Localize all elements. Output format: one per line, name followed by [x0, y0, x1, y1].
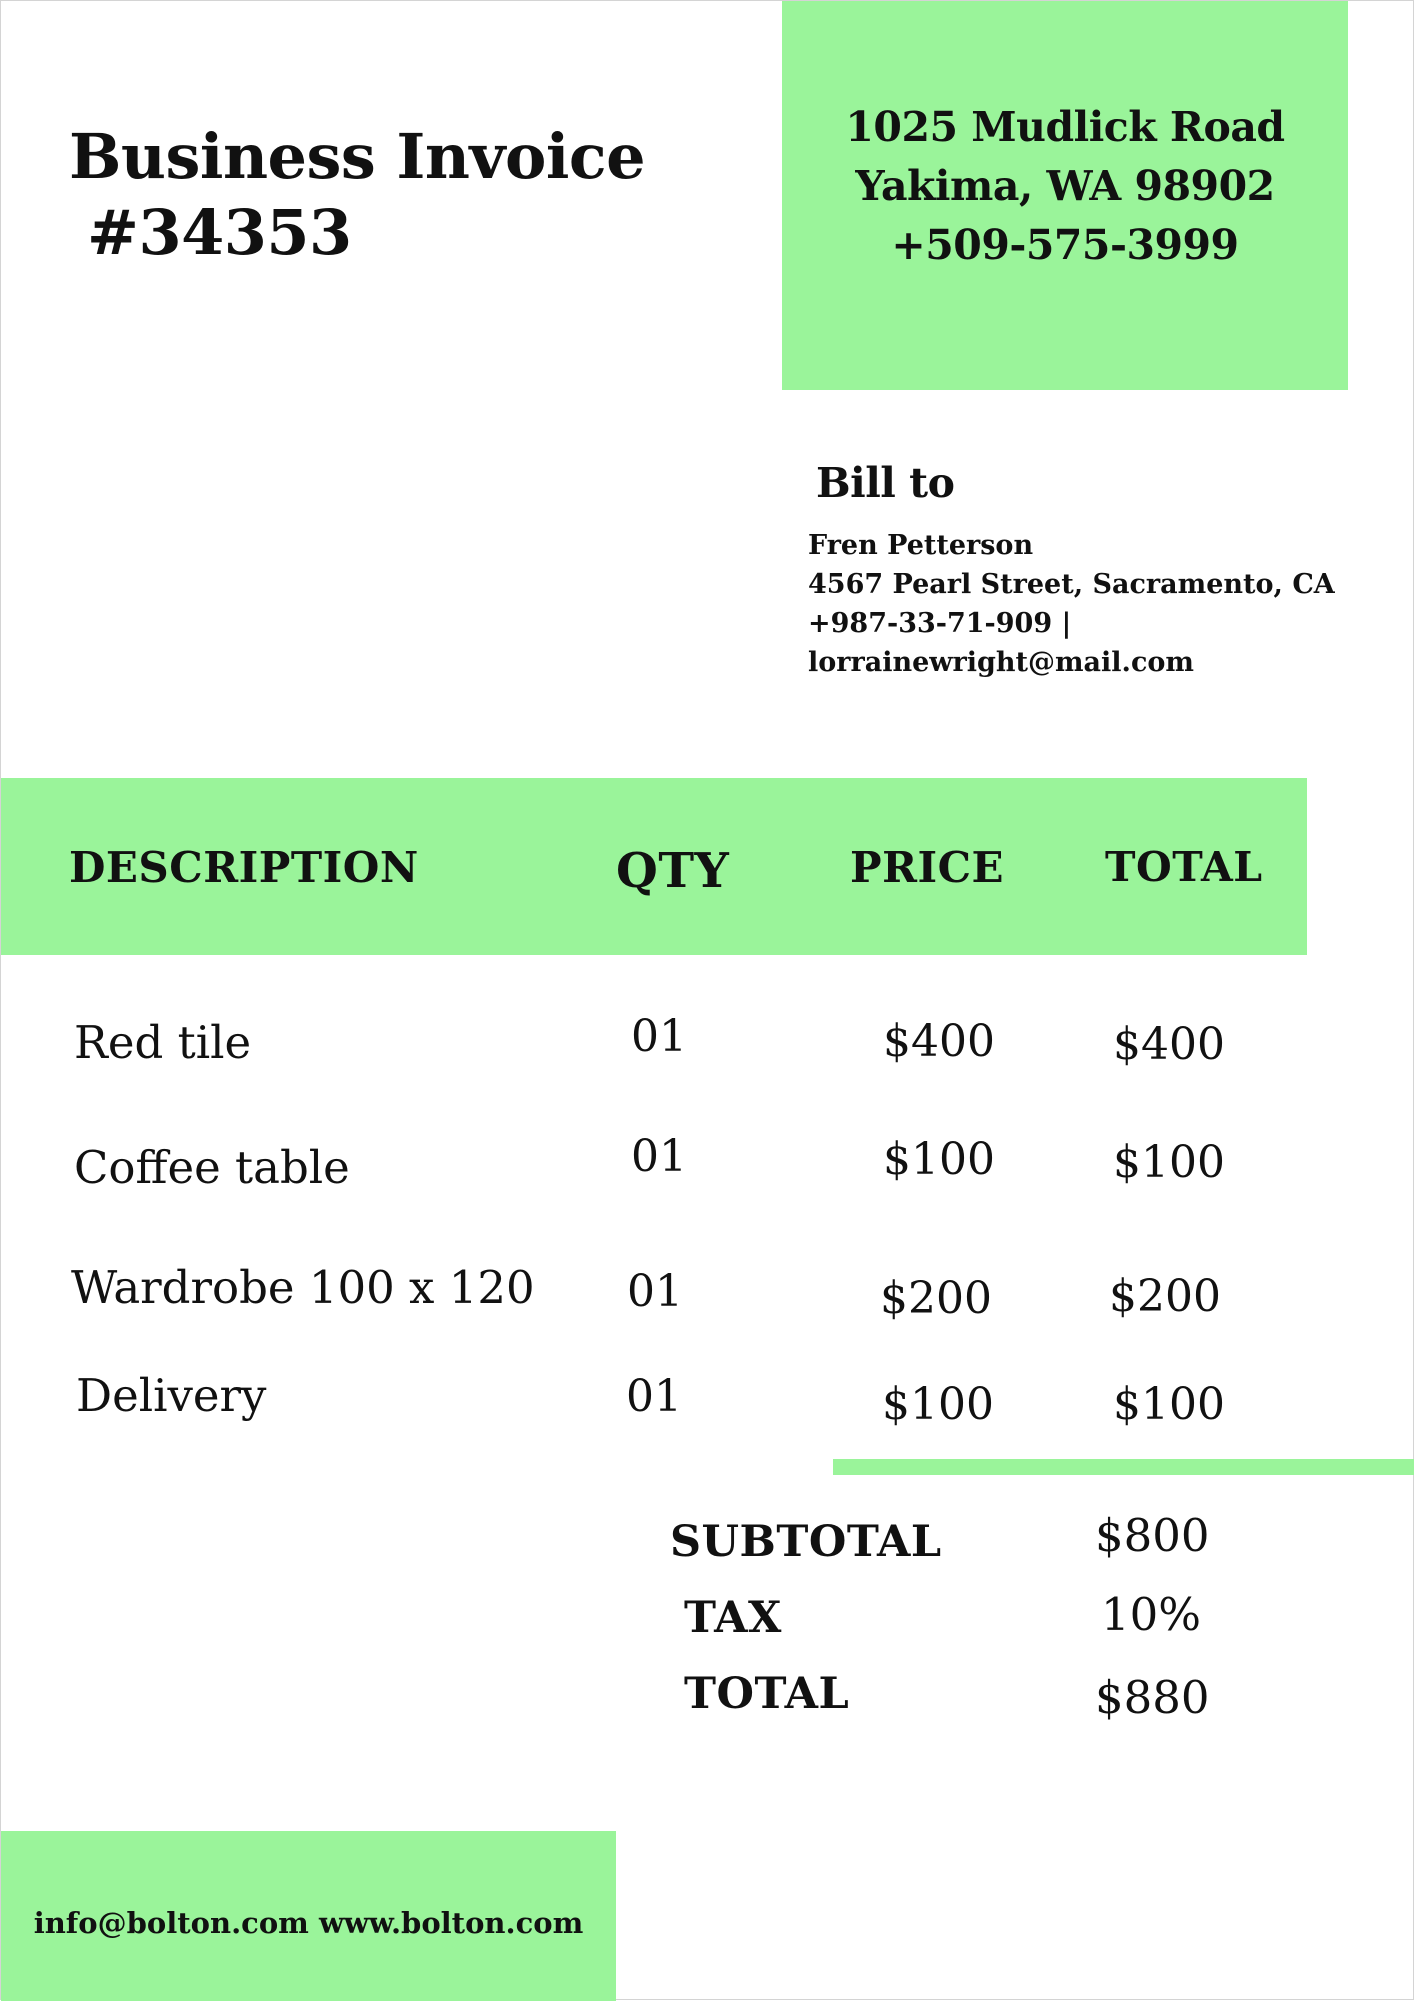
row-total: $100: [1113, 1379, 1225, 1430]
footer-email[interactable]: info@bolton.com: [34, 1906, 309, 1940]
row-total: $200: [1109, 1271, 1221, 1322]
total-value: $880: [1095, 1671, 1210, 1724]
company-address-line2: Yakima, WA 98902: [855, 162, 1275, 210]
tax-value: 10%: [1101, 1588, 1202, 1641]
row-price: $100: [883, 1134, 995, 1185]
column-header-total: TOTAL: [1105, 843, 1263, 891]
invoice-title-text: Business Invoice: [69, 120, 646, 193]
row-description: Wardrobe 100 x 120: [71, 1261, 535, 1314]
column-header-price: PRICE: [850, 843, 1005, 892]
row-price: $100: [882, 1379, 994, 1430]
subtotal-value: $800: [1095, 1509, 1210, 1562]
bill-to-address: 4567 Pearl Street, Sacramento, CA: [808, 569, 1335, 600]
tax-label: TAX: [684, 1593, 782, 1643]
bill-to-heading: Bill to: [816, 459, 955, 507]
invoice-page: Business Invoice #34353 1025 Mudlick Roa…: [0, 0, 1414, 2001]
row-total: $400: [1113, 1019, 1225, 1070]
row-qty: 01: [627, 1266, 683, 1317]
row-qty: 01: [631, 1131, 687, 1182]
row-qty: 01: [631, 1011, 687, 1062]
column-header-qty: QTY: [616, 843, 730, 899]
invoice-number: #34353: [87, 195, 352, 269]
row-description: Delivery: [76, 1369, 267, 1422]
bill-to-email: lorrainewright@mail.com: [808, 647, 1194, 678]
summary-divider: [833, 1459, 1414, 1475]
total-label: TOTAL: [684, 1669, 850, 1719]
company-address-line1: 1025 Mudlick Road: [845, 103, 1285, 151]
bill-to-phone: +987-33-71-909 |: [808, 608, 1072, 639]
row-price: $400: [883, 1016, 995, 1067]
bill-to-name: Fren Petterson: [808, 530, 1034, 561]
row-total: $100: [1113, 1137, 1225, 1188]
footer-website[interactable]: www.bolton.com: [319, 1906, 583, 1940]
row-description: Red tile: [74, 1016, 252, 1069]
subtotal-label: SUBTOTAL: [670, 1517, 942, 1567]
company-address-block: 1025 Mudlick Road Yakima, WA 98902 +509-…: [782, 1, 1348, 390]
column-header-description: DESCRIPTION: [69, 843, 419, 892]
row-description: Coffee table: [74, 1141, 350, 1194]
footer-band: info@bolton.com www.bolton.com: [1, 1831, 616, 2001]
row-qty: 01: [626, 1371, 682, 1422]
bill-to-details: Fren Petterson 4567 Pearl Street, Sacram…: [808, 526, 1335, 682]
company-phone: +509-575-3999: [891, 221, 1239, 269]
invoice-title: Business Invoice #34353: [69, 119, 646, 270]
row-price: $200: [880, 1273, 992, 1324]
